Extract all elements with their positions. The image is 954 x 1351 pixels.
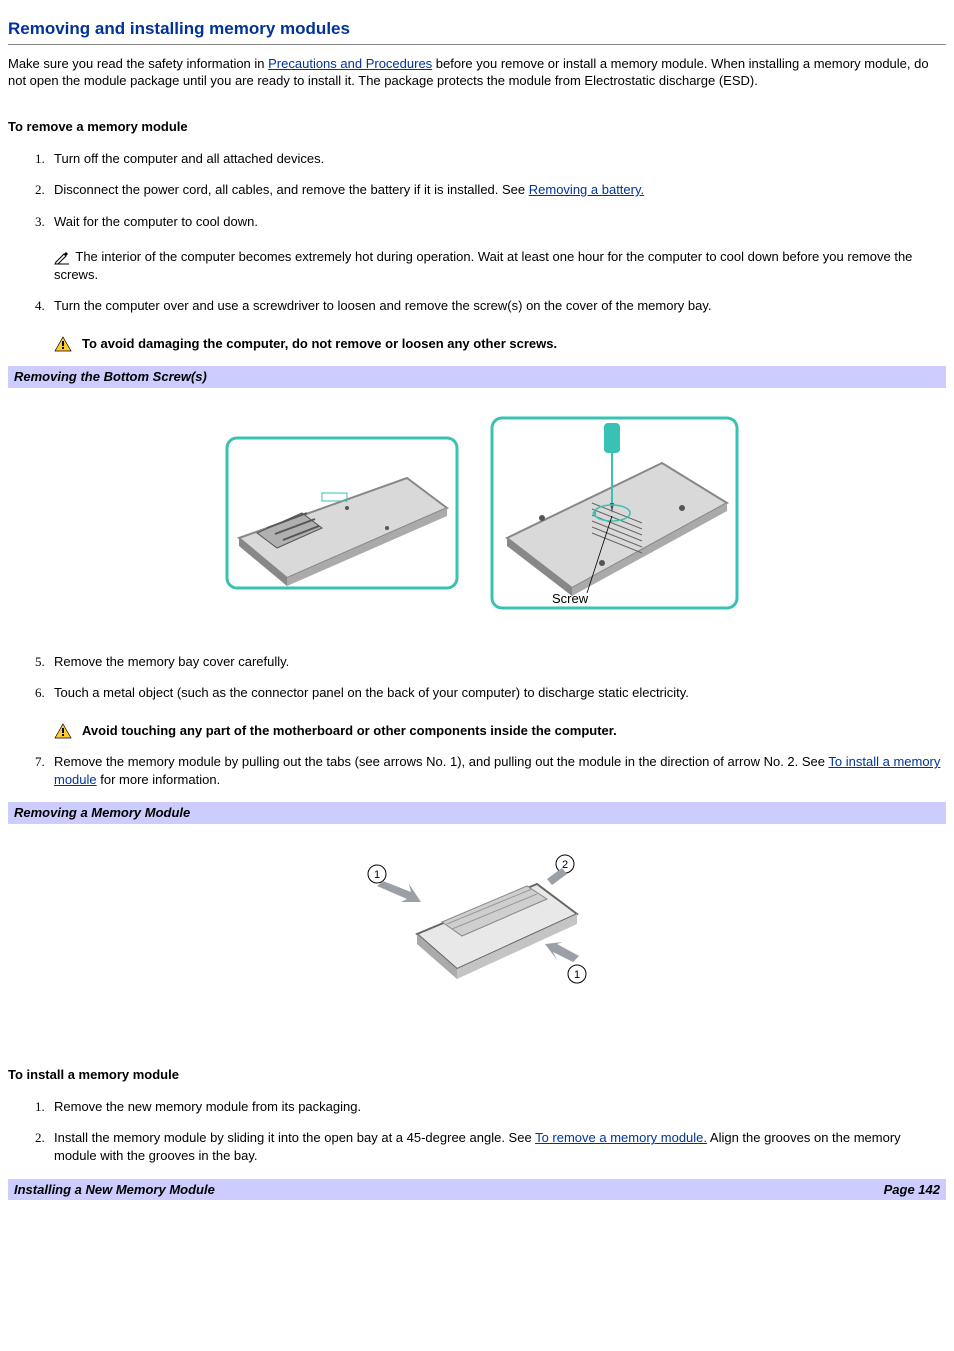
step7-text-b: for more information. <box>97 772 221 787</box>
list-item: Touch a metal object (such as the connec… <box>48 684 946 739</box>
list-item: Disconnect the power cord, all cables, a… <box>48 181 946 199</box>
list-item: Remove the memory bay cover carefully. <box>48 653 946 671</box>
list-item: Turn the computer over and use a screwdr… <box>48 297 946 352</box>
remove-heading: To remove a memory module <box>8 118 946 136</box>
screws-warning-text: To avoid damaging the computer, do not r… <box>82 336 557 351</box>
remove-steps-list: Turn off the computer and all attached d… <box>8 150 946 353</box>
list-item: Wait for the computer to cool down. The … <box>48 213 946 284</box>
remove-memory-link[interactable]: To remove a memory module. <box>535 1130 707 1145</box>
step7-text-a: Remove the memory module by pulling out … <box>54 754 828 769</box>
list-item: Remove the memory module by pulling out … <box>48 753 946 788</box>
warning-triangle-icon <box>54 723 72 739</box>
cooling-note: The interior of the computer becomes ext… <box>54 248 946 283</box>
warning-triangle-icon <box>54 336 72 352</box>
footer-left: Installing a New Memory Module <box>14 1181 215 1199</box>
page-footer: Installing a New Memory Module Page 142 <box>8 1179 946 1201</box>
figure2-caption: Removing a Memory Module <box>8 802 946 824</box>
footer-right: Page 142 <box>884 1181 940 1199</box>
step6-text: Touch a metal object (such as the connec… <box>54 685 689 700</box>
remove-steps-list-cont: Remove the memory bay cover carefully. T… <box>8 653 946 789</box>
list-item: Turn off the computer and all attached d… <box>48 150 946 168</box>
list-item: Install the memory module by sliding it … <box>48 1129 946 1164</box>
motherboard-warning-text: Avoid touching any part of the motherboa… <box>82 723 617 738</box>
precautions-link[interactable]: Precautions and Procedures <box>268 56 432 71</box>
step3-text: Wait for the computer to cool down. <box>54 214 258 229</box>
screws-warning: To avoid damaging the computer, do not r… <box>54 335 946 353</box>
install-heading: To install a memory module <box>8 1066 946 1084</box>
install-step2-a: Install the memory module by sliding it … <box>54 1130 535 1145</box>
intro-paragraph: Make sure you read the safety informatio… <box>8 55 946 90</box>
install-steps-list: Remove the new memory module from its pa… <box>8 1098 946 1165</box>
removing-battery-link[interactable]: Removing a battery. <box>529 182 644 197</box>
step2-text: Disconnect the power cord, all cables, a… <box>54 182 529 197</box>
motherboard-warning: Avoid touching any part of the motherboa… <box>54 722 946 740</box>
figure1-image: Screw <box>8 388 946 653</box>
note-pencil-icon <box>54 251 72 265</box>
list-item: Remove the new memory module from its pa… <box>48 1098 946 1116</box>
svg-text:1: 1 <box>374 869 380 881</box>
step4-text: Turn the computer over and use a screwdr… <box>54 298 712 313</box>
screw-label: Screw <box>552 591 589 606</box>
svg-text:1: 1 <box>574 969 580 981</box>
page-title: Removing and installing memory modules <box>8 18 946 45</box>
figure2-image: 1 2 1 <box>8 824 946 1039</box>
cooling-note-text: The interior of the computer becomes ext… <box>54 249 912 282</box>
intro-part1: Make sure you read the safety informatio… <box>8 56 268 71</box>
figure1-caption: Removing the Bottom Screw(s) <box>8 366 946 388</box>
